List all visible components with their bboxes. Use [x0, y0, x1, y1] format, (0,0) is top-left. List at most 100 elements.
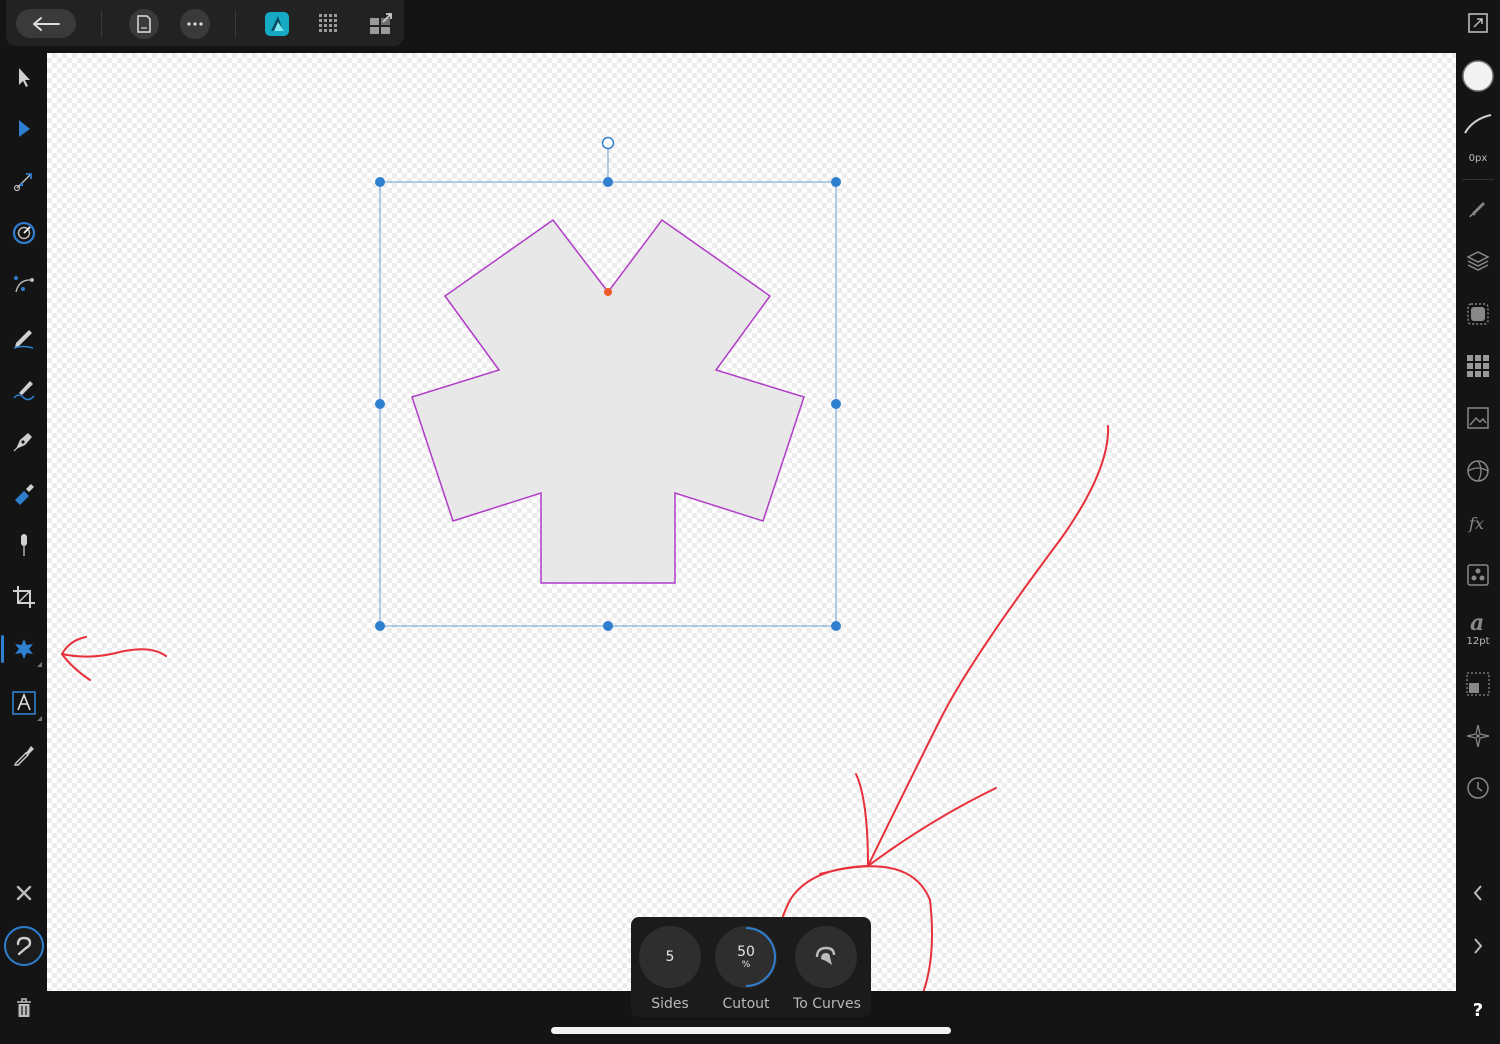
more-options-button[interactable]	[180, 9, 210, 39]
pixel-persona-button[interactable]	[314, 9, 344, 39]
image-button[interactable]	[1458, 398, 1498, 438]
canvas[interactable]	[47, 53, 1456, 991]
collapse-right-button[interactable]	[1458, 926, 1498, 966]
swatches-button[interactable]	[1458, 346, 1498, 386]
move-tool[interactable]	[4, 57, 44, 97]
vector-brush-icon	[11, 273, 37, 297]
appearance-icon	[1465, 301, 1491, 327]
svg-text:a: a	[1470, 610, 1484, 635]
adjustments-icon	[1466, 459, 1490, 483]
to-curves-button[interactable]	[795, 926, 857, 988]
help-button[interactable]: ?	[1458, 990, 1498, 1030]
star-shape[interactable]	[411, 218, 805, 584]
shape-tool-icon	[11, 636, 37, 662]
studio-panel: 0px fx a 12pt ?	[1456, 0, 1500, 1044]
cutout-handle	[604, 288, 612, 296]
fill-tool[interactable]	[4, 473, 44, 513]
document-icon	[136, 15, 152, 33]
shape-tool[interactable]	[1, 629, 44, 669]
resize-handle	[375, 177, 385, 187]
cutout-dial[interactable]: 50 %	[715, 926, 777, 988]
top-toolbar	[0, 0, 1456, 53]
corner-tool-icon	[12, 169, 36, 193]
point-transform-icon	[11, 220, 37, 246]
brushes-button[interactable]	[1458, 188, 1498, 228]
resize-handle	[831, 177, 841, 187]
pen-tool-icon	[11, 428, 37, 454]
resize-handle	[831, 399, 841, 409]
assistant-button[interactable]	[4, 926, 44, 966]
image-icon	[1466, 406, 1490, 430]
to-curves-icon	[812, 943, 840, 971]
annotation-arrow-left	[61, 636, 167, 681]
history-button[interactable]	[1458, 768, 1498, 808]
designer-persona-button[interactable]	[262, 9, 292, 39]
sides-value: 5	[665, 948, 675, 965]
color-picker-tool[interactable]	[4, 735, 44, 775]
node-tool[interactable]	[4, 109, 44, 149]
crop-tool[interactable]	[4, 577, 44, 617]
history-icon	[1466, 776, 1490, 800]
layers-icon	[1466, 249, 1490, 273]
context-toolbar: 5 50 % Sides Cutout To Curves	[631, 917, 871, 1017]
collapse-left-button[interactable]	[1458, 873, 1498, 913]
transparency-tool[interactable]	[4, 525, 44, 565]
sides-label: Sides	[651, 996, 689, 1012]
vector-crop-tool[interactable]	[4, 369, 44, 409]
resize-handle	[603, 177, 613, 187]
close-button[interactable]	[4, 873, 44, 913]
point-transform-tool[interactable]	[4, 213, 44, 253]
transparency-tool-icon	[14, 532, 34, 558]
subtool-indicator	[37, 716, 42, 721]
navigator-icon	[1465, 723, 1491, 749]
cutout-progress-arc	[745, 927, 776, 987]
swatches-icon	[1466, 354, 1490, 378]
stroke-style-button[interactable]	[1458, 104, 1498, 144]
adjustments-button[interactable]	[1458, 451, 1498, 491]
stroke-width-label: 0px	[1468, 153, 1488, 164]
appearance-button[interactable]	[1458, 294, 1498, 334]
help-assistant-icon	[2, 924, 46, 968]
navigator-button[interactable]	[1458, 716, 1498, 756]
export-persona-icon	[368, 12, 394, 36]
styles-button[interactable]	[1458, 555, 1498, 595]
chevron-right-icon	[1471, 936, 1485, 956]
delete-button[interactable]	[4, 988, 44, 1028]
subtool-indicator	[37, 662, 42, 667]
rotation-handle	[601, 136, 615, 150]
resize-handle	[375, 399, 385, 409]
vector-brush-tool[interactable]	[4, 265, 44, 305]
to-curves-label: To Curves	[793, 996, 861, 1012]
corner-tool[interactable]	[4, 161, 44, 201]
chevron-left-icon	[1471, 883, 1485, 903]
transform-button[interactable]	[1458, 664, 1498, 704]
svg-text:fx: fx	[1468, 514, 1484, 533]
crop-tool-icon	[11, 584, 37, 610]
sides-dial[interactable]: 5	[639, 926, 701, 988]
fill-tool-icon	[11, 480, 37, 506]
more-icon	[186, 21, 204, 27]
panel-divider	[1462, 179, 1494, 180]
export-persona-button[interactable]	[366, 9, 396, 39]
close-icon	[15, 884, 33, 902]
document-menu-button[interactable]	[129, 9, 159, 39]
color-picker-icon	[11, 742, 37, 768]
fullscreen-button[interactable]	[1458, 3, 1498, 43]
layers-button[interactable]	[1458, 241, 1498, 281]
pen-tool[interactable]	[4, 421, 44, 461]
brushes-icon	[1466, 196, 1490, 220]
pencil-tool[interactable]	[4, 317, 44, 357]
text-tool-icon	[11, 690, 37, 716]
toolbar-divider	[235, 10, 236, 38]
fill-swatch[interactable]	[1458, 56, 1498, 96]
effects-button[interactable]: fx	[1458, 503, 1498, 543]
back-button[interactable]	[16, 9, 76, 38]
transform-icon	[1465, 671, 1491, 697]
home-indicator[interactable]	[551, 1027, 951, 1034]
cutout-label: Cutout	[722, 996, 770, 1012]
text-tool[interactable]	[4, 683, 44, 723]
effects-icon: fx	[1466, 511, 1490, 535]
font-size-label: 12pt	[1466, 636, 1490, 647]
text-styles-icon: a	[1466, 609, 1490, 635]
styles-icon	[1466, 563, 1490, 587]
